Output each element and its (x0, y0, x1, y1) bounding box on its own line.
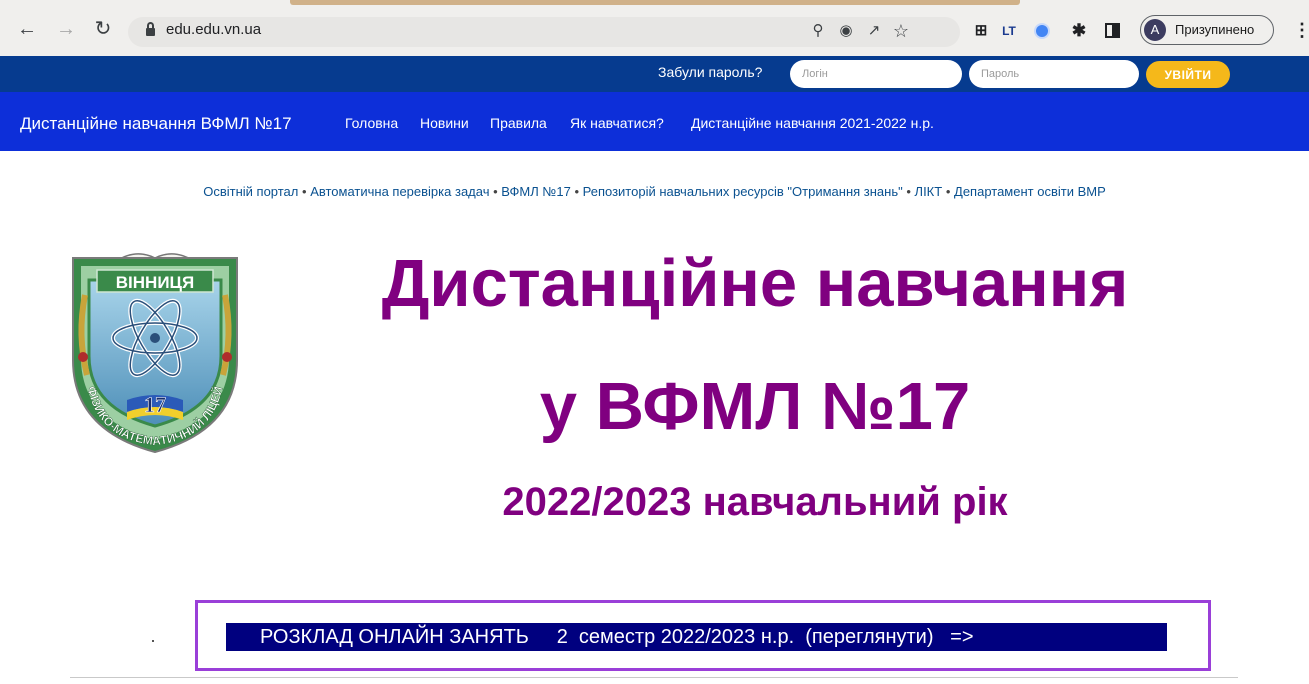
emblem-number: 17 (144, 392, 166, 417)
link-vfml17[interactable]: ВФМЛ №17 (501, 184, 571, 199)
tab-accent (290, 0, 1020, 5)
reload-icon[interactable]: ↻ (92, 18, 114, 40)
emblem-city-text: ВІННИЦЯ (116, 273, 194, 292)
login-button[interactable]: УВІЙТИ (1146, 61, 1230, 88)
link-education-dept[interactable]: Департамент освіти ВМР (954, 184, 1106, 199)
link-portal[interactable]: Освітній портал (203, 184, 298, 199)
resource-links: Освітній портал • Автоматична перевірка … (0, 184, 1309, 199)
forward-icon[interactable]: → (55, 18, 77, 40)
site-brand[interactable]: Дистанційне навчання ВФМЛ №17 (20, 114, 292, 134)
star-icon[interactable]: ☆ (891, 21, 911, 41)
divider (70, 677, 1238, 678)
separator: • (574, 184, 579, 199)
profile-status[interactable]: Призупинено (1175, 22, 1254, 37)
password-input[interactable] (969, 60, 1139, 88)
hero-subtitle: у ВФМЛ №17 (539, 369, 971, 444)
separator: • (493, 184, 498, 199)
eye-off-icon[interactable]: ◉ (836, 21, 856, 41)
menu-dots-icon[interactable]: ⋮ (1293, 19, 1309, 41)
back-icon[interactable]: ← (16, 18, 38, 40)
separator: • (302, 184, 307, 199)
url-text[interactable]: edu.edu.vn.ua (166, 21, 261, 38)
nav-news[interactable]: Новини (420, 115, 469, 131)
link-repository[interactable]: Репозиторій навчальних ресурсів "Отриман… (583, 184, 903, 199)
link-auto-check[interactable]: Автоматична перевірка задач (310, 184, 489, 199)
academic-year: 2022/2023 навчальний рік (502, 480, 1008, 524)
avatar[interactable]: A (1144, 19, 1166, 41)
screenshot-icon[interactable]: ⊞ (970, 20, 992, 42)
login-input[interactable] (790, 60, 962, 88)
nav-distance-2021[interactable]: Дистанційне навчання 2021-2022 н.р. (691, 115, 934, 131)
nav-home[interactable]: Головна (345, 115, 398, 131)
puzzle-icon[interactable]: ✱ (1068, 20, 1090, 42)
stray-dot (152, 640, 154, 642)
separator: • (945, 184, 951, 199)
separator: • (906, 184, 911, 199)
nav-how-to-learn[interactable]: Як навчатися? (570, 115, 664, 131)
link-likt[interactable]: ЛІКТ (915, 184, 943, 199)
zoom-icon[interactable]: ⚲ (808, 21, 828, 41)
lyceum-emblem: ВІННИЦЯ 17 ФІЗИКО-МАТЕМАТИЧНИЙ ЛІЦЕЙ (72, 253, 238, 454)
hero-title: Дистанційне навчання (381, 246, 1129, 321)
lock-icon[interactable] (146, 22, 155, 38)
translate-icon[interactable]: LT (998, 20, 1020, 42)
forgot-password-link[interactable]: Забули пароль? (658, 64, 762, 80)
side-panel-icon[interactable] (1105, 23, 1120, 38)
extension-dot-icon[interactable] (1036, 25, 1048, 37)
nav-rules[interactable]: Правила (490, 115, 547, 131)
share-icon[interactable]: ↗ (864, 21, 884, 41)
schedule-link-button[interactable]: РОЗКЛАД ОНЛАЙН ЗАНЯТЬ 2 семестр 2022/202… (226, 623, 1167, 651)
